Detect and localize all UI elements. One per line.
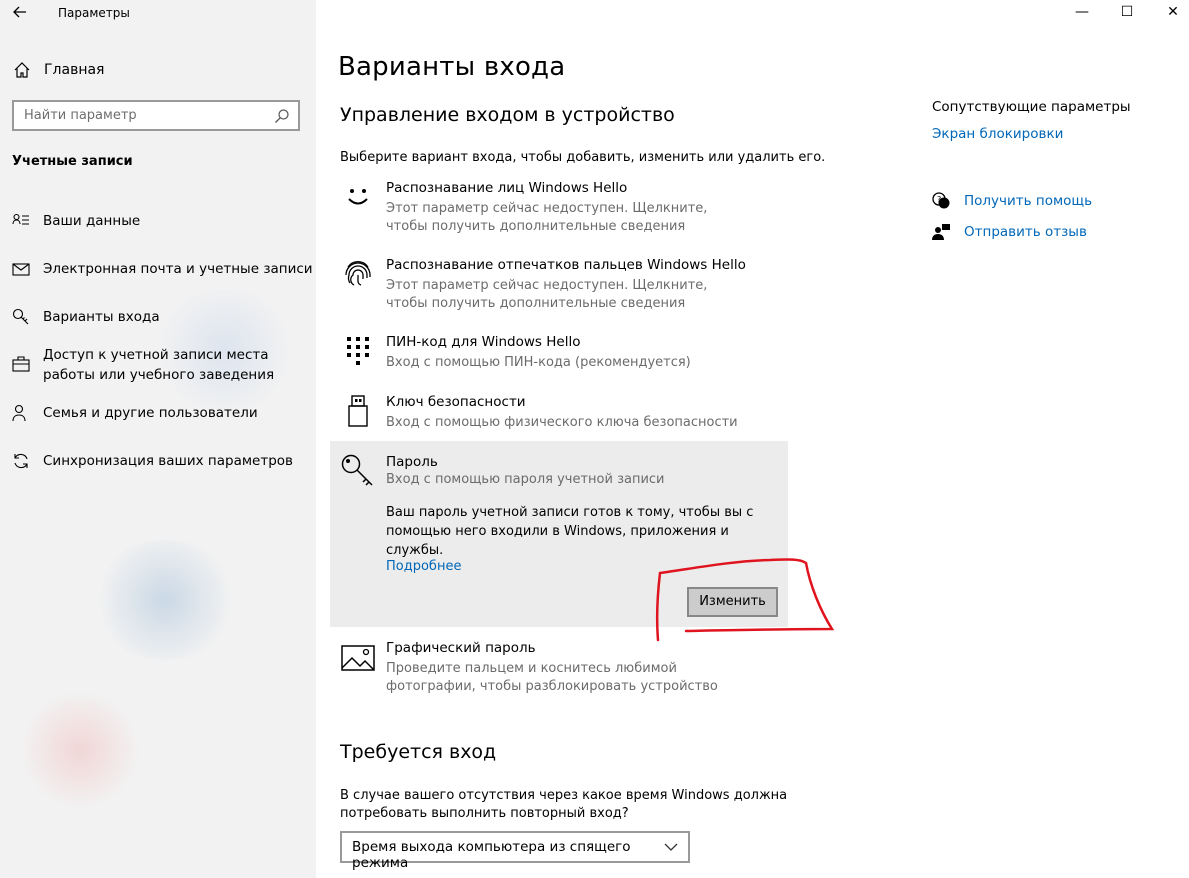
minimize-button[interactable]: —: [1072, 3, 1092, 23]
sync-icon: [14, 453, 28, 469]
sidebar-item-signin-options[interactable]: Варианты входа: [12, 307, 160, 327]
password-panel[interactable]: Пароль Вход с помощью пароля учетной зап…: [330, 441, 788, 627]
password-desc: Вход с помощью пароля учетной записи: [386, 472, 665, 487]
require-signin-desc: В случае вашего отсутствия через какое в…: [340, 788, 788, 821]
help-chat-icon: ?: [932, 192, 950, 209]
feedback-link[interactable]: Отправить отзыв: [964, 224, 1087, 240]
get-help-item[interactable]: ? Получить помощь: [932, 192, 1092, 210]
option-title: Распознавание лиц Windows Hello: [386, 180, 628, 196]
back-arrow-icon: [13, 6, 26, 18]
sidebar-section-title: Учетные записи: [12, 154, 133, 169]
sidebar-item-your-info[interactable]: Ваши данные: [12, 211, 140, 231]
sidebar-item-family[interactable]: Семья и другие пользователи: [12, 403, 258, 423]
maximize-button[interactable]: ☐: [1117, 3, 1137, 23]
face-icon: [348, 189, 368, 205]
close-icon: ✕: [1167, 4, 1179, 20]
sidebar-item-label: Семья и другие пользователи: [43, 405, 258, 421]
require-signin-title: Требуется вход: [340, 741, 497, 763]
key-icon: [12, 308, 29, 325]
mail-icon: [12, 263, 30, 276]
fingerprint-icon: [345, 261, 371, 286]
section-title: Управление входом в устройство: [340, 104, 675, 126]
sidebar-item-label: Варианты входа: [43, 309, 160, 325]
sidebar-item-work-access[interactable]: Доступ к учетной записи места работы или…: [12, 345, 302, 385]
option-desc: Вход с помощью ПИН-кода (рекомендуется): [386, 355, 691, 370]
home-icon: [14, 62, 30, 78]
password-long-desc: Ваш пароль учетной записи готов к тому, …: [386, 505, 754, 558]
sidebar: Параметры Главная Найти параметр Учетные…: [0, 0, 316, 878]
sidebar-item-email[interactable]: Электронная почта и учетные записи: [12, 259, 313, 279]
option-title: Распознавание отпечатков пальцев Windows…: [386, 257, 746, 273]
minimize-icon: —: [1075, 4, 1089, 20]
option-fingerprint[interactable]: Распознавание отпечатков пальцев Windows…: [340, 257, 780, 317]
feedback-icon: [932, 224, 950, 240]
sidebar-item-label: Ваши данные: [43, 213, 141, 229]
option-title: Ключ безопасности: [386, 394, 526, 410]
option-desc: Проведите пальцем и коснитесь любимой фо…: [386, 661, 718, 694]
option-title: ПИН-код для Windows Hello: [386, 334, 581, 350]
feedback-item[interactable]: Отправить отзыв: [932, 223, 1087, 241]
chevron-down-icon: [664, 843, 678, 851]
sidebar-home-label: Главная: [44, 62, 105, 78]
picture-icon: [341, 645, 375, 671]
search-placeholder: Найти параметр: [24, 108, 137, 123]
option-title: Графический пароль: [386, 640, 536, 656]
learn-more-link[interactable]: Подробнее: [386, 559, 461, 574]
briefcase-icon: [12, 356, 30, 372]
back-button[interactable]: [12, 4, 32, 24]
sidebar-item-label: Синхронизация ваших параметров: [43, 453, 293, 469]
acrylic-blur: [90, 540, 240, 660]
dropdown-value: Время выхода компьютера из спящего режим…: [352, 839, 631, 871]
option-desc: Вход с помощью физического ключа безопас…: [386, 415, 738, 430]
close-button[interactable]: ✕: [1163, 3, 1183, 23]
option-security-key[interactable]: Ключ безопасности Вход с помощью физичес…: [340, 394, 780, 436]
page-title: Варианты входа: [338, 52, 566, 82]
person-card-icon: [12, 213, 29, 225]
require-signin-dropdown[interactable]: Время выхода компьютера из спящего режим…: [340, 831, 690, 871]
option-face[interactable]: Распознавание лиц Windows Hello Этот пар…: [340, 180, 780, 240]
app-title: Параметры: [58, 6, 130, 20]
svg-text:?: ?: [937, 195, 941, 204]
person-add-icon: [12, 404, 26, 422]
sidebar-home[interactable]: Главная: [12, 60, 104, 80]
get-help-link[interactable]: Получить помощь: [964, 193, 1092, 209]
password-title: Пароль: [386, 454, 438, 470]
sidebar-item-label: Электронная почта и учетные записи: [43, 261, 313, 277]
search-input[interactable]: Найти параметр: [12, 100, 300, 131]
usb-key-icon: [348, 395, 368, 427]
option-desc: Этот параметр сейчас недоступен. Щелкнит…: [386, 278, 708, 311]
maximize-icon: ☐: [1120, 4, 1134, 20]
option-desc: Этот параметр сейчас недоступен. Щелкнит…: [386, 201, 708, 234]
sidebar-item-sync[interactable]: Синхронизация ваших параметров: [12, 451, 293, 471]
option-picture-password[interactable]: Графический пароль Проведите пальцем и к…: [340, 640, 780, 700]
pin-keypad-icon: [347, 337, 369, 365]
search-icon: [275, 109, 289, 123]
lock-screen-link[interactable]: Экран блокировки: [932, 126, 1063, 142]
related-settings-title: Сопутствующие параметры: [932, 99, 1131, 115]
key-icon: [341, 454, 373, 486]
change-password-button[interactable]: Изменить: [687, 587, 778, 617]
intro-text: Выберите вариант входа, чтобы добавить, …: [340, 150, 826, 165]
acrylic-blur: [20, 690, 140, 810]
sidebar-item-label: Доступ к учетной записи места работы или…: [43, 347, 275, 383]
option-pin[interactable]: ПИН-код для Windows Hello Вход с помощью…: [340, 334, 780, 376]
